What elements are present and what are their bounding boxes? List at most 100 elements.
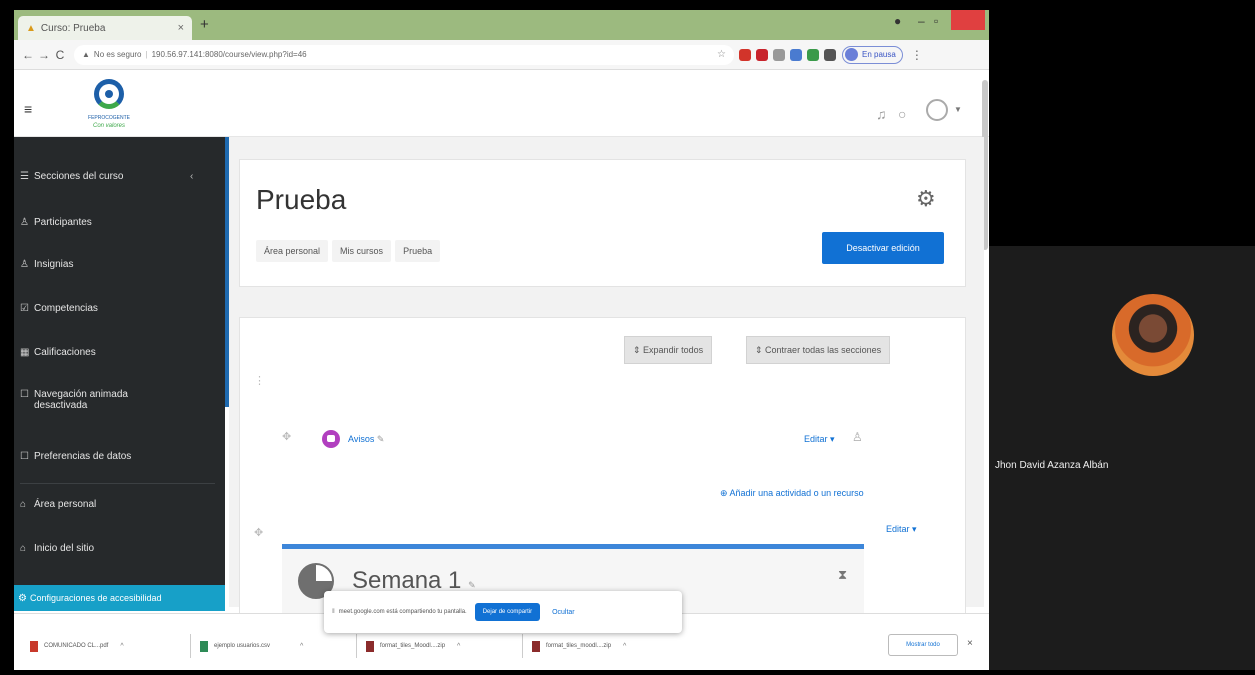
user-menu-caret-icon[interactable]: ▼ [954,105,962,114]
address-bar: ← → C ▲ No es seguro | 190.56.97.141:808… [14,40,989,70]
forward-icon[interactable]: → [36,48,52,62]
browser-tab[interactable]: ▲ Curso: Prueba × [18,16,192,40]
drawer-item-badges[interactable]: ♙ Insignias [20,259,220,270]
drawer-item-site-home[interactable]: ⌂ Inicio del sitio [20,543,220,554]
extension-icon[interactable] [739,48,751,61]
spreadsheet-file-icon [200,640,208,652]
breadcrumb: Área personal Mis cursos Prueba [256,240,441,262]
activity-edit-menu[interactable]: Editar ▾ [804,434,835,445]
download-menu-icon[interactable]: ^ [300,643,303,650]
dashboard-icon: ⌂ [20,499,27,510]
show-all-downloads-button[interactable]: Mostrar todo [888,634,958,656]
accessibility-icon: ⚙ [18,592,27,604]
edit-label: Editar [804,434,828,444]
browser-window: ▲ Curso: Prueba × + ● – ▫ ← → C ▲ No es … [14,10,989,670]
participant-name: Jhon David Azanza Albán [995,460,1109,471]
collapse-chevron-icon[interactable]: ‹ [190,171,193,182]
settings-gear-icon[interactable]: ⚙ [916,186,936,212]
drawer-item-competencies[interactable]: ☑ Competencias [20,303,220,314]
square-icon: ☐ [20,451,29,462]
person-icon[interactable]: ♙ [852,430,863,444]
url-field[interactable]: ▲ No es seguro | 190.56.97.141:8080/cour… [74,44,734,65]
section-move-icon[interactable]: ✥ [254,526,263,539]
account-icon[interactable]: ● [894,14,901,28]
breadcrumb-item[interactable]: Prueba [395,240,441,262]
add-activity-label: Añadir una actividad o un recurso [729,488,864,498]
url-separator: | [145,50,148,59]
pdf-file-icon [30,640,38,652]
minimize-icon[interactable]: – [918,14,925,28]
site-header: ≡ FEPROCOGENTE Con valores ♫ ○ ▼ [14,71,989,137]
page-title: Prueba [256,184,347,215]
nav-drawer: ☰ Secciones del curso ‹ ♙ Participantes ♙ I… [14,137,225,607]
drawer-item-grades[interactable]: ▦ Calificaciones [20,347,220,358]
section-collapse-icon[interactable]: ⧗ [838,567,847,583]
turn-editing-off-button[interactable]: Desactivar edición [822,232,944,264]
download-item[interactable]: format_tiles_Moodl....zip ^ [366,638,460,654]
drawer-item-label: Participantes [34,217,92,228]
back-icon[interactable]: ← [20,48,36,62]
zip-file-icon [532,640,540,652]
extension-icon[interactable] [773,48,785,61]
profile-avatar-icon [845,48,858,61]
section-move-icon[interactable]: ⋮ [254,374,265,387]
download-separator [522,634,523,658]
download-filename: format_tiles_moodl....zip [546,643,612,649]
hamburger-menu-icon[interactable]: ≡ [24,101,32,117]
download-item[interactable]: format_tiles_moodl....zip ^ [532,638,626,654]
table-icon: ▦ [20,347,30,358]
edit-label: Editar [886,524,910,534]
window-close-button[interactable] [951,10,985,30]
edit-title-pencil-icon[interactable]: ✎ [468,580,476,590]
accessibility-settings-button[interactable]: ⚙ Configuraciones de accesibilidad [14,585,225,611]
browser-menu-icon[interactable]: ⋮ [911,48,923,62]
add-activity-link[interactable]: ⊕ Añadir una actividad o un recurso [720,488,864,499]
stop-sharing-button[interactable]: Dejar de compartir [474,603,541,621]
course-content: ⇕ Expandir todos ⇕ Contraer todas las se… [239,317,966,617]
expand-all-button[interactable]: ⇕ Expandir todos [624,336,713,364]
extension-icon[interactable] [807,48,819,61]
download-menu-icon[interactable]: ^ [457,643,460,650]
page-header: Prueba ⚙ Área personal Mis cursos Prueba… [239,159,966,287]
download-menu-icon[interactable]: ^ [623,643,626,650]
download-item[interactable]: ejemplo usuarios.csv ^ [200,638,303,654]
user-avatar[interactable] [926,99,948,121]
maximize-icon[interactable]: ▫ [934,14,938,28]
extensions-puzzle-icon[interactable] [824,48,836,61]
drawer-item-participants[interactable]: ♙ Participantes [20,217,220,228]
drawer-item-animated-navigation[interactable]: ☐ Navegación animada desactivada [20,389,220,411]
expand-all-label: Expandir todos [643,345,704,355]
collapse-icon: ⇕ [755,344,766,355]
tab-close-icon[interactable]: × [178,22,184,34]
close-download-shelf-icon[interactable]: × [967,638,973,649]
messages-chat-icon[interactable]: ○ [898,106,906,122]
download-item[interactable]: COMUNICADO CL...pdf ^ [30,638,124,654]
breadcrumb-item[interactable]: Área personal [256,240,329,262]
activity-forum-link[interactable]: Avisos ✎ [348,434,384,445]
screen-share-icon: ⦀ [332,608,335,615]
extension-icon[interactable] [756,48,768,61]
activity-name: Avisos [348,434,375,444]
drawer-item-data-preferences[interactable]: ☐ Preferencias de datos [20,451,220,462]
edit-title-pencil-icon[interactable]: ✎ [377,434,385,444]
notifications-bell-icon[interactable]: ♫ [876,106,887,122]
activity-move-icon[interactable]: ✥ [282,430,291,443]
download-menu-icon[interactable]: ^ [120,643,123,650]
reload-icon[interactable]: C [52,48,68,62]
security-label: No es seguro [93,50,142,59]
list-icon: ☰ [20,171,29,182]
drawer-item-label: Competencias [34,303,98,314]
drawer-item-label: Secciones del curso [34,171,124,182]
profile-button[interactable]: En pausa [842,45,903,64]
new-tab-button[interactable]: + [200,16,209,33]
section-edit-menu[interactable]: Editar ▾ [886,524,917,535]
breadcrumb-item[interactable]: Mis cursos [332,240,392,262]
collapse-all-button[interactable]: ⇕ Contraer todas las secciones [746,336,891,364]
drawer-divider [20,483,215,484]
bookmark-star-icon[interactable]: ☆ [717,49,726,60]
home-icon: ⌂ [20,543,27,554]
drawer-item-personal-area[interactable]: ⌂ Área personal [20,499,220,510]
site-logo[interactable]: FEPROCOGENTE Con valores [74,79,144,133]
extension-icon[interactable] [790,48,802,61]
hide-notification-button[interactable]: Ocultar [552,609,575,616]
